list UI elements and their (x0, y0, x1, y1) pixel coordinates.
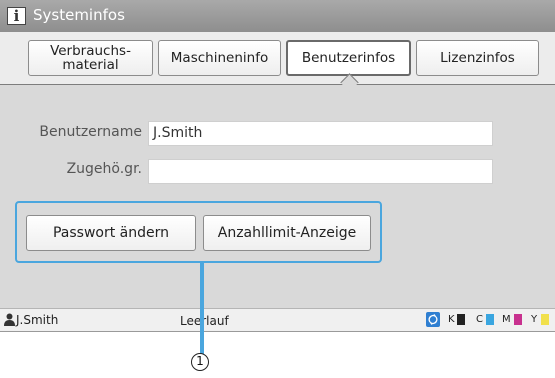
machine-status: Leerlauf (180, 314, 229, 328)
ink-level-yellow: Y (531, 314, 549, 326)
window-title: Systeminfos (33, 6, 125, 24)
ink-swatch-magenta (514, 314, 522, 325)
status-bar: J.Smith Leerlauf K C M Y (0, 308, 555, 331)
ink-level-magenta: M (502, 314, 522, 326)
title-bar: i Systeminfos (0, 0, 555, 32)
info-icon: i (7, 7, 26, 25)
ink-level-cyan: C (476, 314, 494, 326)
system-info-screen: i Systeminfos Verbrauchs- material Masch… (0, 0, 555, 332)
ink-swatch-black (457, 314, 465, 325)
username-label: Benutzername (39, 124, 142, 140)
ink-swatch-cyan (486, 314, 494, 325)
user-icon (4, 313, 15, 326)
limit-display-button[interactable]: Anzahllimit-Anzeige (203, 215, 371, 251)
sync-icon[interactable] (426, 312, 440, 327)
ink-swatch-yellow (541, 314, 549, 325)
group-field (148, 159, 493, 184)
tab-user-info[interactable]: Benutzerinfos (286, 40, 411, 76)
callout-line (200, 263, 204, 354)
tab-machine-info[interactable]: Maschineninfo (158, 40, 281, 76)
tab-license-info[interactable]: Lizenzinfos (416, 40, 539, 76)
tab-strip: Verbrauchs- material Maschineninfo Benut… (0, 32, 555, 85)
group-label: Zugehö.gr. (66, 161, 142, 177)
callout-number: 1 (191, 353, 209, 371)
status-user-name: J.Smith (16, 313, 59, 327)
tab-consumables[interactable]: Verbrauchs- material (28, 40, 153, 76)
ink-level-black: K (448, 314, 465, 326)
change-password-button[interactable]: Passwort ändern (26, 215, 196, 251)
username-field: J.Smith (148, 121, 493, 146)
